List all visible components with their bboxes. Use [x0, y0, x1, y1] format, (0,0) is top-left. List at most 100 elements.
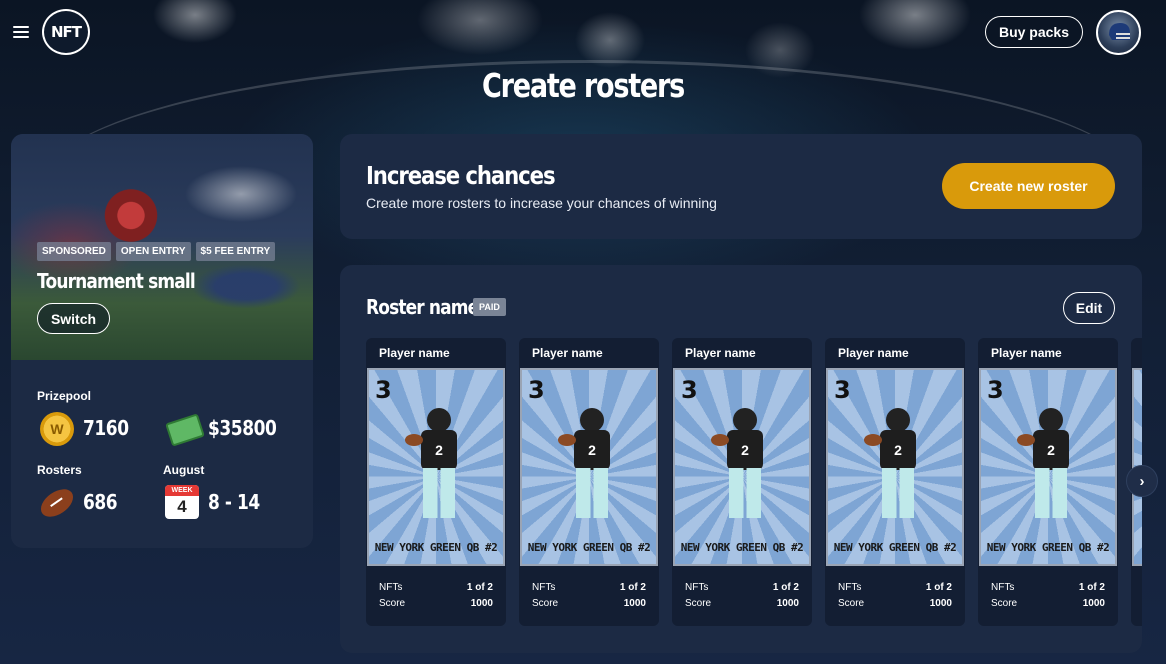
nfts-label: NFTs: [838, 582, 862, 593]
player-card[interactable]: Player name 3 2 NEW YORK GREEN QB #2 NFT…: [519, 338, 659, 626]
card-caption: NEW YORK GREEN QB #2: [833, 541, 957, 554]
logo-text: NFT: [50, 23, 82, 41]
score-value: 1000: [623, 598, 646, 609]
football-icon: [35, 483, 79, 523]
card-number: 3: [987, 376, 1004, 404]
card-jersey: 2: [421, 430, 457, 470]
player-card[interactable]: Player name 3 2 NEW YORK GREEN QB #2 NFT…: [978, 338, 1118, 626]
nfts-value: 1 of 2: [619, 582, 646, 593]
edit-button[interactable]: Edit: [1063, 292, 1115, 324]
score-label: Score: [685, 598, 712, 609]
calendar-icon: WEEK 4: [165, 485, 199, 519]
nfts-label: NFTs: [379, 582, 403, 593]
card-header: Player name: [838, 346, 909, 360]
menu-icon[interactable]: [13, 26, 29, 38]
card-header: Player name: [685, 346, 756, 360]
card-image: 3 2 NEW YORK GREEN QB #2: [826, 368, 964, 566]
player-card[interactable]: Player name 3 2 NEW YORK GREEN QB #2 NFT…: [825, 338, 965, 626]
increase-title: Increase chances: [366, 161, 556, 190]
nfts-label: NFTs: [532, 582, 556, 593]
score-label: Score: [379, 598, 406, 609]
increase-subtitle: Create more rosters to increase your cha…: [366, 195, 717, 211]
score-value: 1000: [929, 598, 952, 609]
score-label: Score: [991, 598, 1018, 609]
nfts-value: 1 of 2: [466, 582, 493, 593]
calendar-header: WEEK: [165, 485, 199, 496]
tag-sponsored: SPONSORED: [37, 242, 111, 261]
card-player-figure: 2: [864, 408, 924, 518]
tournament-card: SPONSORED OPEN ENTRY $5 FEE ENTRY Tourna…: [11, 134, 313, 548]
date-range: 8 - 14: [208, 490, 260, 514]
nfts-label: NFTs: [991, 582, 1015, 593]
score-label: Score: [532, 598, 559, 609]
card-header: Player name: [532, 346, 603, 360]
card-image: 3 2 NEW YORK GREEN QB #2: [979, 368, 1117, 566]
roster-name: Roster name: [366, 295, 479, 319]
buy-packs-button[interactable]: Buy packs: [985, 16, 1083, 48]
cash-icon: [165, 413, 205, 447]
score-value: 1000: [1082, 598, 1105, 609]
card-stats: NFTs 1 of 2 Score 1000: [672, 566, 812, 612]
card-stats: NFTs 1 of 2 Score 1000: [519, 566, 659, 612]
card-player-figure: 2: [558, 408, 618, 518]
prizepool-label: Prizepool: [37, 389, 92, 403]
card-image: 3 2 NEW YORK GREEN QB #2: [520, 368, 658, 566]
page-title: Create rosters: [481, 66, 685, 105]
card-jersey: 2: [1033, 430, 1069, 470]
nfts-label: NFTs: [685, 582, 709, 593]
switch-button[interactable]: Switch: [37, 303, 110, 334]
card-jersey: 2: [727, 430, 763, 470]
card-jersey: 2: [574, 430, 610, 470]
rosters-label: Rosters: [37, 463, 82, 477]
card-header: [1131, 338, 1142, 368]
avatar[interactable]: [1096, 10, 1141, 55]
card-caption: NEW YORK GREEN QB #2: [680, 541, 804, 554]
nfts-value: 1 of 2: [925, 582, 952, 593]
chevron-right-icon[interactable]: ›: [1126, 465, 1158, 497]
card-number: 3: [834, 376, 851, 404]
roster-panel: Roster name PAID Edit Player name 3 2 NE…: [340, 265, 1142, 653]
cash-value: $35800: [208, 416, 277, 440]
score-value: 1000: [776, 598, 799, 609]
card-player-figure: 2: [1017, 408, 1077, 518]
calendar-number: 4: [177, 497, 187, 516]
score-label: Score: [838, 598, 865, 609]
tournament-hero-image: SPONSORED OPEN ENTRY $5 FEE ENTRY Tourna…: [11, 134, 313, 360]
coin-value: 7160: [83, 416, 129, 440]
card-header: Player name: [379, 346, 450, 360]
rosters-value: 686: [83, 490, 118, 514]
card-jersey: 2: [880, 430, 916, 470]
tag-open-entry: OPEN ENTRY: [115, 242, 191, 261]
create-roster-button[interactable]: Create new roster: [942, 163, 1115, 209]
card-stats: NFTs 1 of 2 Score 1000: [825, 566, 965, 612]
card-player-figure: 2: [711, 408, 771, 518]
score-value: 1000: [470, 598, 493, 609]
player-card[interactable]: Player name 3 2 NEW YORK GREEN QB #2 NFT…: [366, 338, 506, 626]
card-image: 3 2 NEW YORK GREEN QB #2: [367, 368, 505, 566]
coin-letter: W: [50, 421, 64, 437]
nfts-value: 1 of 2: [1078, 582, 1105, 593]
paid-badge: PAID: [473, 298, 506, 316]
card-stats: NFTs 1 of 2 Score 1000: [978, 566, 1118, 612]
card-caption: NEW YORK GREEN QB #2: [986, 541, 1110, 554]
card-caption: NEW YORK GREEN QB #2: [374, 541, 498, 554]
card-header: Player name: [991, 346, 1062, 360]
tag-fee-entry: $5 FEE ENTRY: [195, 242, 276, 261]
card-number: 3: [681, 376, 698, 404]
player-card[interactable]: Player name 3 2 NEW YORK GREEN QB #2 NFT…: [672, 338, 812, 626]
tournament-tags: SPONSORED OPEN ENTRY $5 FEE ENTRY: [37, 242, 276, 261]
card-stats: NFTs 1 of 2 Score 1000: [366, 566, 506, 612]
avatar-helmet-icon: [1108, 22, 1130, 40]
card-number: 3: [528, 376, 545, 404]
card-number: 3: [375, 376, 392, 404]
increase-chances-panel: Increase chances Create more rosters to …: [340, 134, 1142, 239]
card-image: 3 2 NEW YORK GREEN QB #2: [673, 368, 811, 566]
app-logo[interactable]: NFT: [42, 9, 90, 55]
nfts-value: 1 of 2: [772, 582, 799, 593]
month-label: August: [163, 463, 205, 477]
tournament-name: Tournament small: [37, 269, 196, 293]
card-player-figure: 2: [405, 408, 465, 518]
hero-player-blue: [191, 264, 301, 309]
card-caption: NEW YORK GREEN QB #2: [527, 541, 651, 554]
coin-icon: W: [40, 412, 74, 446]
